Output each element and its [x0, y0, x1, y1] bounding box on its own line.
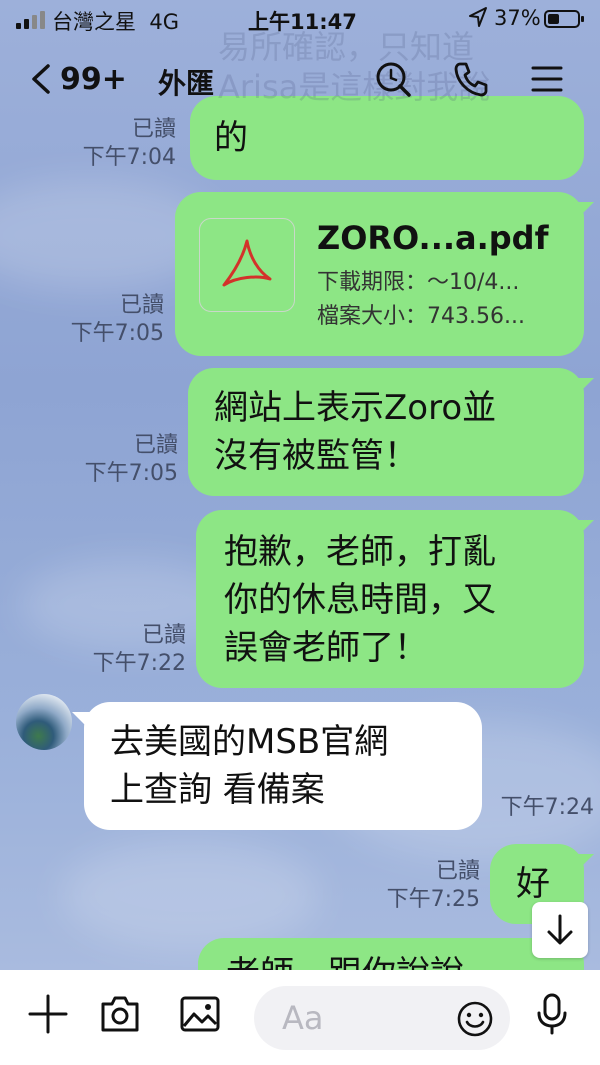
- file-name: ZORO...a.pdf: [317, 219, 549, 257]
- message-time: 下午7:24: [500, 795, 594, 820]
- arrow-down-icon: [547, 914, 573, 945]
- message-text: 你的休息時間，又: [224, 580, 496, 620]
- pdf-file-icon: [199, 218, 295, 312]
- battery-percent: 37%: [494, 6, 541, 30]
- message-text: 好: [516, 864, 550, 904]
- message-text: 上查詢 看備案: [110, 770, 325, 810]
- file-expiry: 下載期限：～10/4...: [317, 270, 520, 295]
- signal-icon: [16, 11, 45, 29]
- contact-avatar[interactable]: [16, 694, 72, 750]
- message-meta: 已讀 下午7:05: [84, 433, 178, 486]
- image-icon[interactable]: [178, 992, 222, 1036]
- message-text: 誤會老師了！: [224, 628, 428, 668]
- message-input[interactable]: Aa: [254, 986, 510, 1050]
- chat-header: 易所確認，只知道 Arisa是這樣對我說 99+ 外匯: [0, 28, 600, 120]
- message-text: 去美國的MSB官網: [110, 722, 389, 762]
- input-placeholder: Aa: [282, 999, 324, 1037]
- microphone-icon[interactable]: [530, 992, 574, 1036]
- phone-icon[interactable]: [452, 60, 490, 98]
- file-message-bubble[interactable]: ZORO...a.pdf 下載期限：～10/4... 檔案大小：743.56..…: [175, 192, 594, 356]
- message-text: 的: [214, 118, 248, 158]
- file-size: 檔案大小：743.56...: [317, 304, 525, 329]
- message-text: 沒有被監管！: [214, 436, 418, 476]
- sent-message-bubble[interactable]: 抱歉，老師，打亂 你的休息時間，又 誤會老師了！: [196, 510, 594, 688]
- message-meta: 已讀 下午7:22: [92, 623, 186, 676]
- sent-message-bubble[interactable]: 網站上表示Zoro並 沒有被監管！: [188, 368, 594, 496]
- received-message-bubble[interactable]: 去美國的MSB官網 上查詢 看備案: [72, 702, 482, 830]
- scroll-to-bottom-button[interactable]: [532, 902, 588, 958]
- unread-count[interactable]: 99+: [60, 62, 127, 97]
- message-text: 網站上表示Zoro並: [214, 388, 497, 428]
- faded-background-text: Arisa是這樣對我說: [218, 68, 491, 106]
- carrier-label: 台灣之星 4G: [52, 10, 179, 34]
- emoji-icon[interactable]: [456, 1000, 494, 1038]
- battery-icon: [544, 10, 584, 28]
- back-chevron-icon[interactable]: [26, 62, 60, 96]
- message-meta: 已讀 下午7:25: [386, 859, 480, 912]
- message-text: 抱歉，老師，打亂: [224, 532, 496, 572]
- search-icon[interactable]: [374, 60, 412, 98]
- menu-icon[interactable]: [528, 60, 566, 98]
- camera-icon[interactable]: [98, 992, 142, 1036]
- plus-icon[interactable]: [26, 992, 70, 1036]
- message-meta: 已讀 下午7:04: [82, 117, 176, 170]
- chat-title: 外匯: [158, 67, 215, 100]
- message-meta: 已讀 下午7:05: [70, 293, 164, 346]
- input-bar: Aa: [0, 970, 600, 1065]
